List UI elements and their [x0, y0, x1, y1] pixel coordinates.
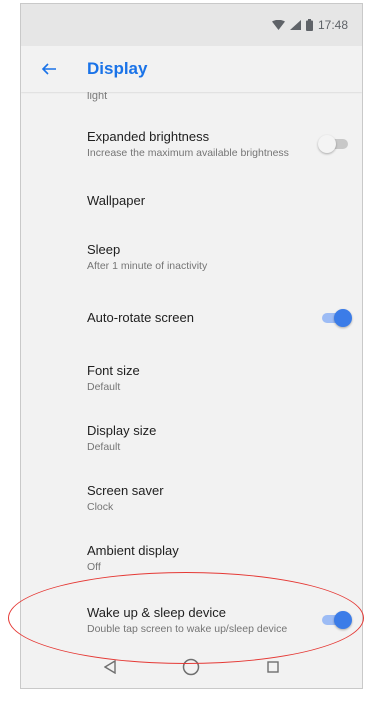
- setting-title: Display size: [87, 422, 157, 438]
- setting-subtitle: Default: [87, 440, 121, 453]
- toggle-thumb: [334, 309, 352, 327]
- page-title: Display: [87, 59, 148, 78]
- setting-title: Sleep: [87, 241, 121, 257]
- setting-subtitle: Clock: [87, 500, 114, 513]
- wifi-icon: [271, 20, 285, 30]
- setting-screen-saver[interactable]: Screen saver Clock: [21, 468, 362, 528]
- arrow-left-icon[interactable]: [21, 46, 77, 92]
- setting-title: Auto-rotate screen: [87, 310, 194, 325]
- auto-rotate-toggle[interactable]: [318, 309, 352, 327]
- settings-list: light Expanded brightness Increase the m…: [21, 92, 362, 652]
- expanded-brightness-toggle[interactable]: [318, 135, 352, 153]
- status-time: 17:48: [317, 18, 348, 32]
- setting-sleep[interactable]: Sleep After 1 minute of inactivity: [21, 226, 362, 288]
- setting-title: Ambient display: [87, 542, 179, 558]
- back-triangle-icon[interactable]: [103, 659, 116, 679]
- setting-expanded-brightness[interactable]: Expanded brightness Increase the maximum…: [21, 112, 362, 176]
- app-bar: Display: [21, 46, 362, 92]
- setting-subtitle: Increase the maximum available brightnes…: [87, 146, 289, 159]
- partial-list-item[interactable]: light: [21, 92, 362, 112]
- setting-wallpaper[interactable]: Wallpaper: [21, 176, 362, 226]
- setting-font-size[interactable]: Font size Default: [21, 348, 362, 408]
- recents-square-icon[interactable]: [267, 660, 279, 678]
- signal-icon: [289, 20, 301, 30]
- toggle-thumb: [318, 135, 336, 153]
- setting-title: Wallpaper: [87, 193, 146, 208]
- setting-title: Screen saver: [87, 482, 164, 498]
- status-bar: 17:48: [21, 4, 362, 46]
- highlight-ellipse: [8, 572, 364, 664]
- setting-display-size[interactable]: Display size Default: [21, 408, 362, 468]
- setting-auto-rotate[interactable]: Auto-rotate screen: [21, 288, 362, 348]
- setting-title: Font size: [87, 362, 140, 378]
- battery-icon: [305, 19, 313, 31]
- setting-subtitle: Default: [87, 380, 121, 393]
- setting-title: Expanded brightness: [87, 128, 210, 144]
- setting-subtitle: After 1 minute of inactivity: [87, 259, 208, 272]
- partial-item-subtitle: light: [87, 92, 108, 102]
